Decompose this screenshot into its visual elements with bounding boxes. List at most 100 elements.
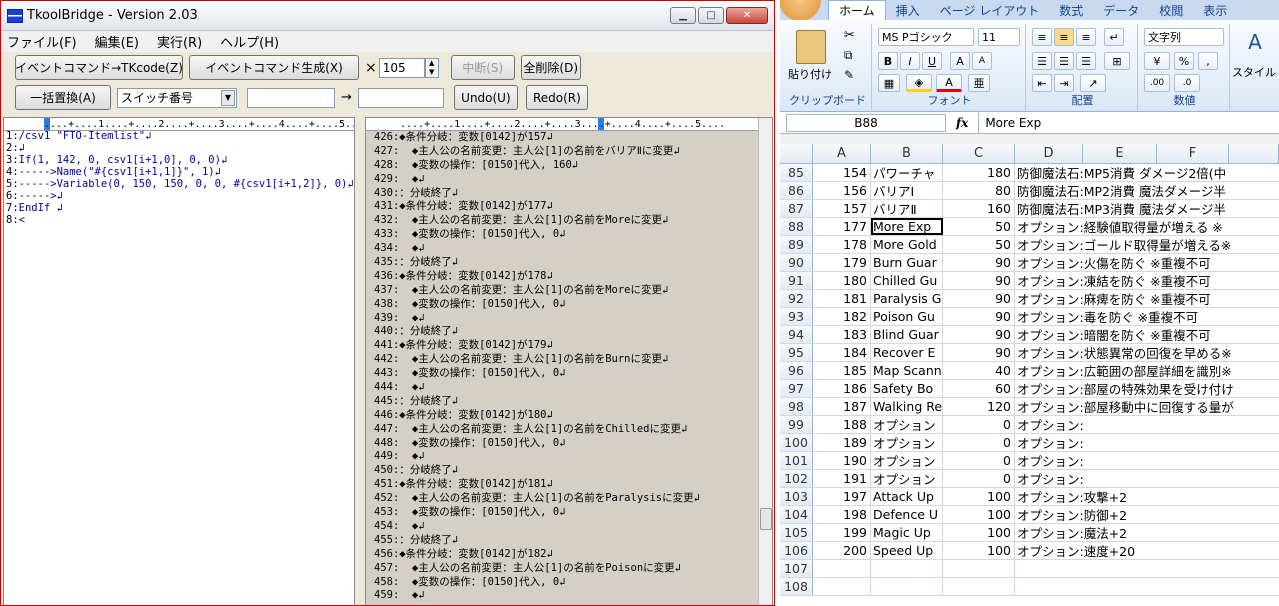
cell-a[interactable] xyxy=(813,578,871,595)
cell-c[interactable]: 0 xyxy=(943,416,1015,433)
minimize-button[interactable]: ▁ xyxy=(670,7,696,24)
cell-c[interactable]: 100 xyxy=(943,542,1015,559)
cell-c[interactable]: 160 xyxy=(943,200,1015,217)
cell-d[interactable]: オプション:凍結を防ぐ ※重複不可 xyxy=(1015,272,1279,289)
row-header[interactable]: 108 xyxy=(780,578,813,595)
name-box[interactable]: B88 xyxy=(786,113,946,132)
column-header-a[interactable]: A xyxy=(813,144,871,163)
underline-button[interactable]: U xyxy=(922,52,942,70)
cell-d[interactable]: オプション:毒を防ぐ ※重複不可 xyxy=(1015,308,1279,325)
to-tkcode-button[interactable]: イベントコマンド→TKcode(Z) xyxy=(15,55,183,80)
cell-a[interactable]: 198 xyxy=(813,506,871,523)
cell-c[interactable]: 50 xyxy=(943,236,1015,253)
column-header-c[interactable]: C xyxy=(943,144,1015,163)
row-header[interactable]: 107 xyxy=(780,560,813,577)
row-header[interactable]: 93 xyxy=(780,308,813,325)
tab-review[interactable]: 校閲 xyxy=(1149,0,1193,20)
decrease-indent-icon[interactable]: ⇤ xyxy=(1032,74,1052,92)
fx-icon[interactable]: fx xyxy=(956,116,968,130)
cell-c[interactable]: 80 xyxy=(943,182,1015,199)
maximize-button[interactable]: □ xyxy=(698,7,724,24)
cell-d[interactable]: オプション:防御+2 xyxy=(1015,506,1279,523)
tab-page-layout[interactable]: ページ レイアウト xyxy=(930,0,1050,20)
close-button[interactable]: ✕ xyxy=(726,7,768,24)
cell-b[interactable] xyxy=(871,560,943,577)
cell-a[interactable]: 186 xyxy=(813,380,871,397)
font-color-icon[interactable]: A xyxy=(936,74,962,92)
row-header[interactable]: 90 xyxy=(780,254,813,271)
cell-d[interactable]: オプション:部屋の特殊効果を受け付け xyxy=(1015,380,1279,397)
abort-button[interactable]: 中断(S) xyxy=(450,55,515,80)
row-header[interactable]: 101 xyxy=(780,452,813,469)
cell-a[interactable]: 184 xyxy=(813,344,871,361)
font-size-select[interactable]: 11 xyxy=(978,28,1020,46)
cell-a[interactable]: 154 xyxy=(813,164,871,181)
cell-d[interactable]: オプション:広範囲の部屋詳細を識別※ xyxy=(1015,362,1279,379)
percent-icon[interactable]: % xyxy=(1174,52,1194,70)
cell-b[interactable]: Defence U xyxy=(871,506,943,523)
copy-icon[interactable]: ⧉ xyxy=(844,48,853,63)
cell-c[interactable]: 100 xyxy=(943,488,1015,505)
row-header[interactable]: 88 xyxy=(780,218,813,235)
cell-d[interactable]: オプション:暗闇を防ぐ ※重複不可 xyxy=(1015,326,1279,343)
cell-d[interactable]: オプション:部屋移動中に回復する量が xyxy=(1015,398,1279,415)
cell-c[interactable]: 0 xyxy=(943,470,1015,487)
cell-d[interactable]: オプション:経験値取得量が増える ※ xyxy=(1015,218,1279,235)
font-name-select[interactable]: MS Pゴシック xyxy=(878,28,974,46)
row-header[interactable]: 86 xyxy=(780,182,813,199)
cell-c[interactable]: 180 xyxy=(943,164,1015,181)
formula-input[interactable]: More Exp xyxy=(978,112,1041,133)
fill-color-icon[interactable]: ◈ xyxy=(906,74,932,92)
cell-c[interactable]: 90 xyxy=(943,272,1015,289)
cell-d[interactable]: オプション: xyxy=(1015,416,1279,433)
scroll-thumb[interactable] xyxy=(760,508,772,530)
cell-d[interactable]: オプション:速度+20 xyxy=(1015,542,1279,559)
redo-button[interactable]: Redo(R) xyxy=(525,85,588,110)
cell-d[interactable]: オプション: xyxy=(1015,434,1279,451)
cell-c[interactable]: 0 xyxy=(943,452,1015,469)
count-spinner[interactable]: ▲ ▼ xyxy=(424,57,439,78)
tab-formulas[interactable]: 数式 xyxy=(1049,0,1093,20)
cell-d[interactable] xyxy=(1015,578,1279,595)
cell-b[interactable]: バリアⅡ xyxy=(871,200,943,217)
cell-c[interactable]: 100 xyxy=(943,524,1015,541)
cell-c[interactable]: 90 xyxy=(943,344,1015,361)
cell-a[interactable]: 178 xyxy=(813,236,871,253)
event-command-view[interactable]: ....+....1....+....2....+....3....+....4… xyxy=(365,117,773,605)
orientation-icon[interactable]: ↗ xyxy=(1080,74,1106,92)
cell-a[interactable]: 188 xyxy=(813,416,871,433)
align-middle-icon[interactable]: ≡ xyxy=(1054,28,1074,46)
border-icon[interactable]: ▦ xyxy=(878,74,900,92)
cell-d[interactable]: オプション:麻痺を防ぐ ※重複不可 xyxy=(1015,290,1279,307)
phonetic-icon[interactable]: 亜 xyxy=(968,74,990,92)
align-left-icon[interactable]: ☰ xyxy=(1032,52,1052,70)
decrease-decimal-icon[interactable]: .0 xyxy=(1174,74,1200,92)
cell-a[interactable]: 180 xyxy=(813,272,871,289)
cell-c[interactable]: 120 xyxy=(943,398,1015,415)
cell-b[interactable]: Recover E xyxy=(871,344,943,361)
merge-center-icon[interactable]: ⊞ xyxy=(1104,52,1130,70)
cell-d[interactable]: 防御魔法石:MP5消費 ダメージ2倍(中 xyxy=(1015,164,1279,181)
cell-c[interactable]: 90 xyxy=(943,326,1015,343)
undo-button[interactable]: Undo(U) xyxy=(453,85,518,110)
format-painter-icon[interactable]: ✎ xyxy=(844,68,854,82)
cell-a[interactable]: 200 xyxy=(813,542,871,559)
menu-help[interactable]: ヘルプ(H) xyxy=(220,32,279,51)
row-header[interactable]: 97 xyxy=(780,380,813,397)
align-top-icon[interactable]: ≡ xyxy=(1032,28,1052,46)
tab-insert[interactable]: 挿入 xyxy=(886,0,930,20)
cell-b[interactable]: Walking Re xyxy=(871,398,943,415)
cell-d[interactable]: 防御魔法石:MP3消費 魔法ダメージ半 xyxy=(1015,200,1279,217)
cell-d[interactable]: オプション:魔法+2 xyxy=(1015,524,1279,541)
cell-d[interactable]: オプション:攻撃+2 xyxy=(1015,488,1279,505)
cell-d[interactable]: オプション:状態異常の回復を早める※ xyxy=(1015,344,1279,361)
cell-b[interactable]: オプション xyxy=(871,470,943,487)
styles-icon[interactable]: A xyxy=(1242,30,1268,56)
row-header[interactable]: 100 xyxy=(780,434,813,451)
row-header[interactable]: 106 xyxy=(780,542,813,559)
row-header[interactable]: 92 xyxy=(780,290,813,307)
replace-type-select[interactable]: スイッチ番号 ▼ xyxy=(117,87,237,108)
align-right-icon[interactable]: ☰ xyxy=(1076,52,1096,70)
cell-c[interactable]: 40 xyxy=(943,362,1015,379)
cell-c[interactable]: 50 xyxy=(943,218,1015,235)
